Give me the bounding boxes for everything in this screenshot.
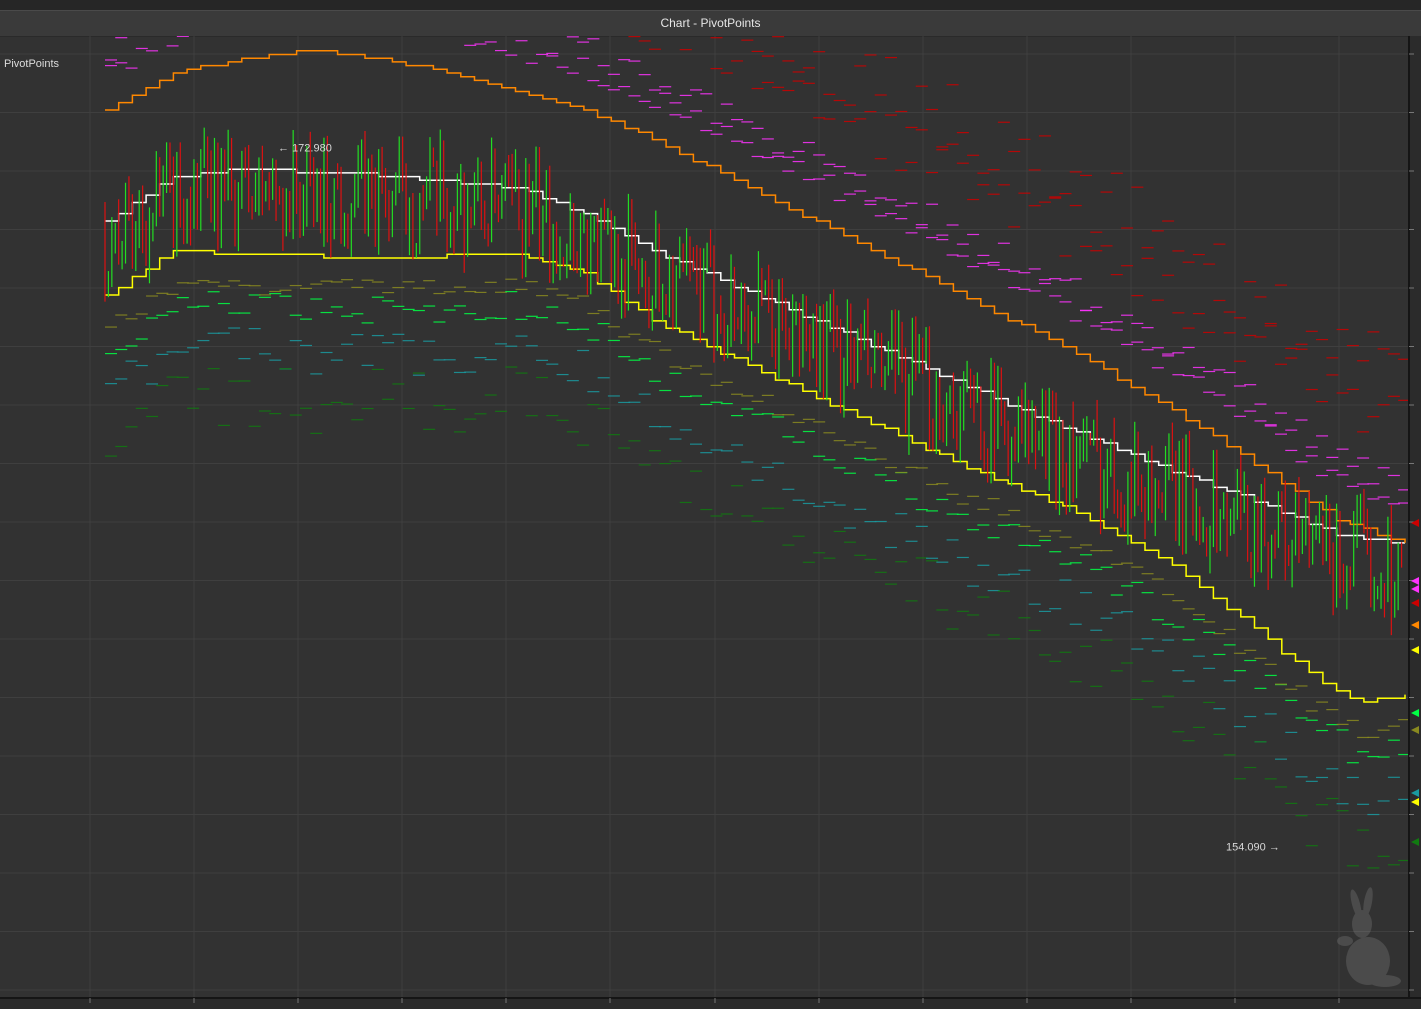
price-axis-panel bbox=[1409, 36, 1421, 998]
pivot-level-marks bbox=[105, 36, 1411, 869]
study-label: PivotPoints bbox=[4, 58, 60, 70]
chart-area[interactable]: ← 172.980 154.090 → PivotPoints bbox=[0, 36, 1421, 1009]
watermark-rabbit-icon bbox=[1337, 887, 1401, 987]
window-title: Chart - PivotPoints bbox=[0, 10, 1421, 37]
series-r1-line bbox=[105, 50, 1406, 543]
price-annotation: 154.090 → bbox=[1226, 842, 1280, 854]
price-annotation: ← 172.980 bbox=[278, 143, 332, 155]
time-axis-panel bbox=[0, 998, 1421, 1009]
window-top-strip bbox=[0, 0, 1421, 10]
price-annotations: ← 172.980 154.090 → bbox=[278, 143, 1280, 854]
price-chart[interactable]: ← 172.980 154.090 → bbox=[0, 36, 1421, 1009]
price-bars bbox=[104, 127, 1403, 636]
